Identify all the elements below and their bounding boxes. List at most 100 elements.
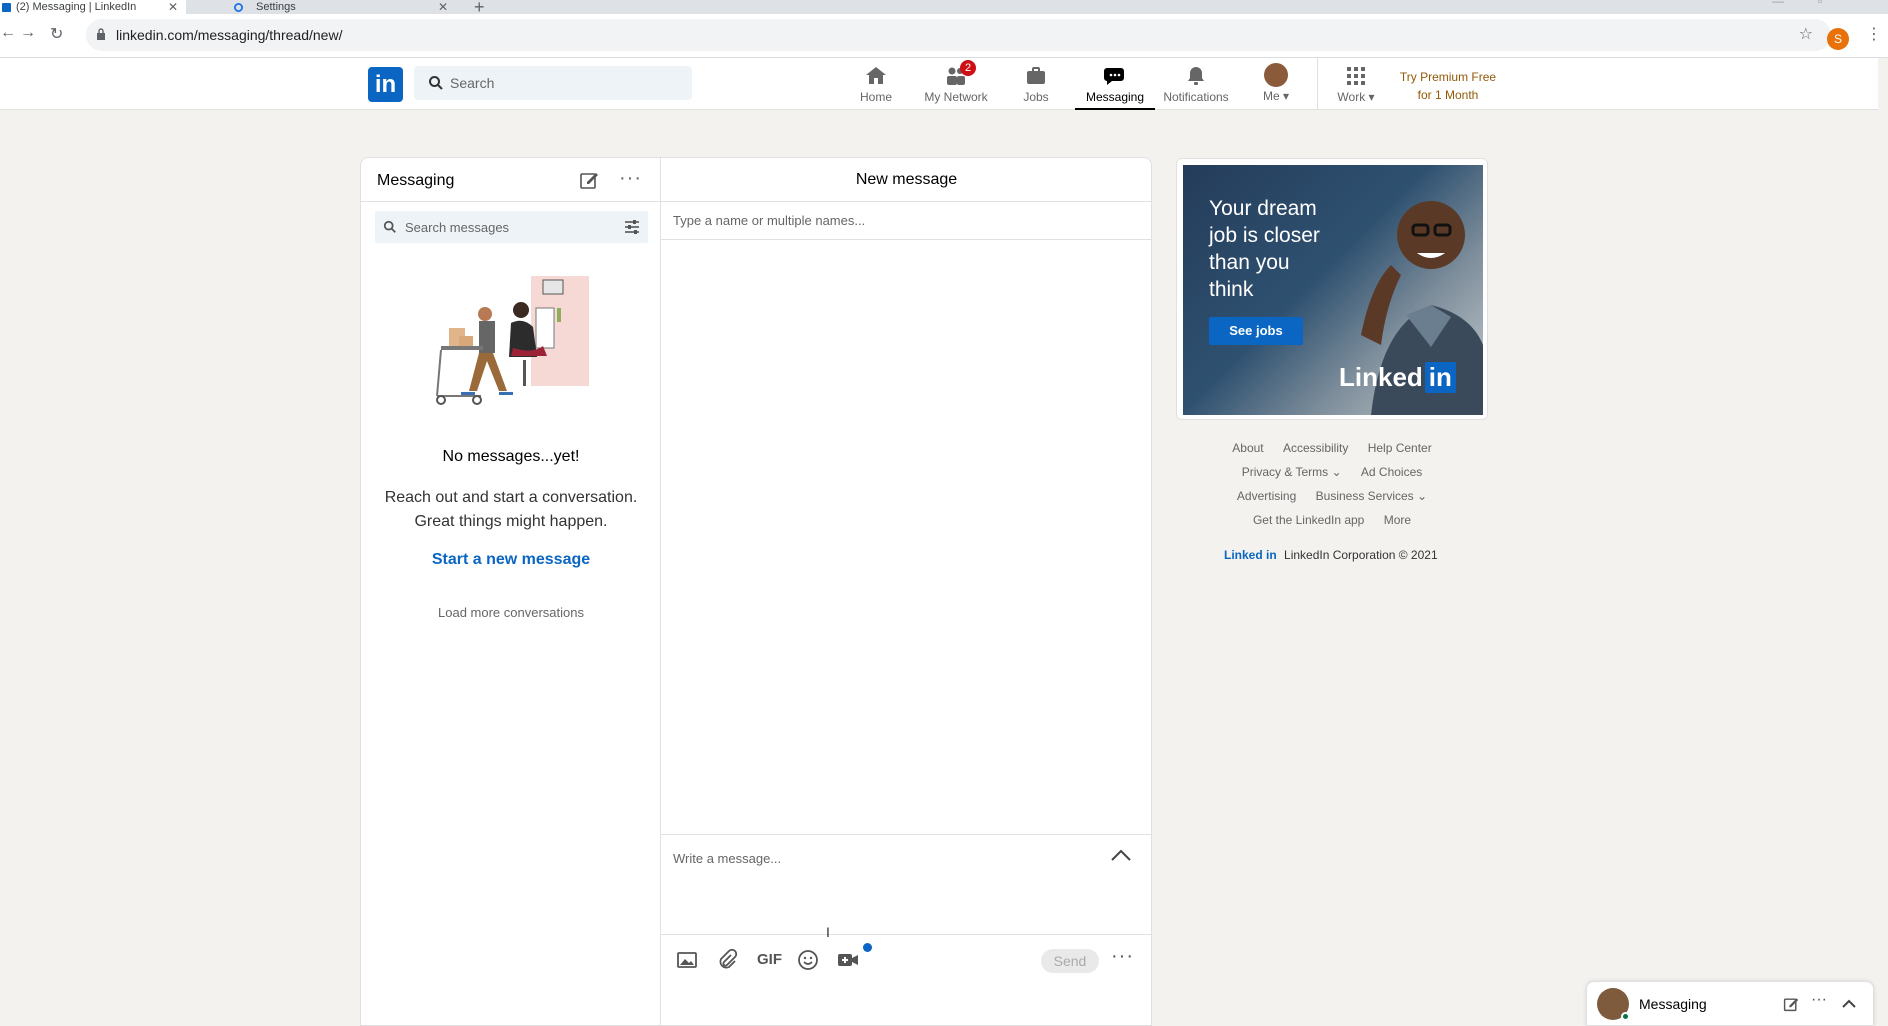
avatar: [1264, 63, 1288, 87]
recipient-input[interactable]: Type a name or multiple names...: [661, 202, 1152, 240]
footer-link-help-center[interactable]: Help Center: [1368, 441, 1432, 455]
url-text: linkedin.com/messaging/thread/new/: [116, 27, 343, 43]
compose-icon[interactable]: [1783, 996, 1799, 1012]
messaging-title: Messaging: [377, 172, 455, 189]
messaging-overlay-bar[interactable]: Messaging ···: [1586, 981, 1874, 1026]
browser-menu-icon[interactable]: ⋮: [1866, 24, 1882, 44]
lock-icon: [97, 28, 105, 40]
see-jobs-button[interactable]: See jobs: [1209, 317, 1303, 345]
empty-desc-line-2: Great things might happen.: [414, 513, 608, 530]
browser-toolbar: ← → ↻ linkedin.com/messaging/thread/new/…: [0, 14, 1888, 58]
empty-state-illustration: [436, 276, 589, 405]
chevron-up-icon[interactable]: [1110, 847, 1132, 863]
footer-row: Privacy & Terms ⌄ Ad Choices: [1176, 464, 1488, 488]
linkedin-favicon-icon: [2, 2, 11, 12]
forward-arrow-icon[interactable]: →: [20, 24, 36, 42]
chevron-down-icon: ▾: [1279, 89, 1290, 103]
chevron-down-icon: ▾: [1365, 90, 1375, 104]
back-arrow-icon[interactable]: ←: [0, 24, 16, 42]
copyright: Linked in LinkedIn Corporation © 2021: [1224, 548, 1438, 562]
messaging-card: Messaging ··· Search messages No message…: [360, 157, 1152, 1026]
nav-jobs-label: Jobs: [1023, 90, 1049, 104]
bookmark-star-icon[interactable]: ☆: [1799, 24, 1813, 44]
emoji-icon[interactable]: [796, 948, 820, 972]
minimize-icon[interactable]: —: [1772, 0, 1784, 8]
footer-row: Get the LinkedIn app More: [1176, 512, 1488, 536]
ad-headline: Your dream job is closer than you think: [1209, 197, 1320, 301]
text-cursor-icon: I: [826, 924, 830, 940]
gif-button[interactable]: GIF: [757, 951, 782, 968]
try-premium-link[interactable]: Try Premium Free for 1 Month: [1390, 68, 1506, 104]
nav-work-label: Work: [1337, 90, 1366, 104]
start-new-message-link[interactable]: Start a new message: [361, 551, 661, 569]
copyright-text: LinkedIn Corporation © 2021: [1284, 548, 1438, 562]
search-messages-input[interactable]: Search messages: [375, 211, 648, 243]
chevron-up-icon[interactable]: [1841, 996, 1857, 1010]
footer-link-ad-choices[interactable]: Ad Choices: [1361, 465, 1422, 479]
nav-notifications[interactable]: Notifications: [1160, 58, 1232, 110]
conversation-list-pane: Messaging ··· Search messages No message…: [361, 158, 661, 1026]
ad-linkedin-logo: Linked in: [1339, 362, 1456, 393]
footer-link-accessibility[interactable]: Accessibility: [1283, 441, 1348, 455]
tab-close-icon[interactable]: ✕: [438, 0, 448, 14]
tab-messaging[interactable]: (2) Messaging | LinkedIn ✕: [0, 0, 186, 14]
send-button[interactable]: Send: [1041, 949, 1099, 973]
new-message-pane: New message Type a name or multiple name…: [661, 158, 1152, 1026]
tab-settings[interactable]: Settings ✕: [232, 0, 456, 14]
nav-home[interactable]: Home: [852, 58, 900, 110]
tab-title: (2) Messaging | LinkedIn: [16, 1, 137, 13]
nav-work[interactable]: Work ▾: [1330, 58, 1382, 110]
nav-messaging-label: Messaging: [1085, 90, 1145, 104]
nav-my-network[interactable]: 2 My Network: [920, 58, 992, 110]
maximize-icon[interactable]: ▫: [1818, 0, 1822, 8]
footer-link-get-app[interactable]: Get the LinkedIn app: [1253, 513, 1364, 527]
ad-logo-text: Linked: [1339, 362, 1423, 392]
filter-icon[interactable]: [624, 220, 640, 234]
search-messages-placeholder: Search messages: [405, 220, 510, 235]
global-search-input[interactable]: Search: [414, 66, 692, 100]
nav-messaging[interactable]: Messaging: [1075, 58, 1155, 110]
message-placeholder: Write a message...: [673, 851, 782, 866]
notification-count-badge: 2: [960, 60, 976, 76]
linkedin-logo[interactable]: in: [368, 67, 403, 102]
bell-icon: [1188, 67, 1204, 85]
new-message-header: New message: [661, 158, 1152, 202]
nav-notifications-label: Notifications: [1163, 90, 1229, 104]
browser-tab-bar: (2) Messaging | LinkedIn ✕ Settings ✕ + …: [0, 0, 1888, 17]
compose-icon[interactable]: [579, 170, 599, 190]
footer-link-about[interactable]: About: [1232, 441, 1263, 455]
address-bar[interactable]: linkedin.com/messaging/thread/new/ ☆: [86, 19, 1831, 51]
home-icon: [866, 67, 886, 84]
more-options-icon[interactable]: ···: [1811, 991, 1827, 1009]
message-textarea[interactable]: Write a message...: [661, 834, 1152, 934]
nav-jobs[interactable]: Jobs: [1016, 58, 1056, 110]
more-options-icon[interactable]: ···: [1111, 945, 1134, 968]
footer-link-advertising[interactable]: Advertising: [1237, 489, 1296, 503]
footer-link-privacy-terms[interactable]: Privacy & Terms ⌄: [1242, 465, 1342, 479]
empty-desc-line-1: Reach out and start a conversation.: [384, 489, 638, 506]
footer-links: About Accessibility Help Center Privacy …: [1176, 440, 1488, 536]
nav-my-network-label: My Network: [924, 90, 988, 104]
footer-link-business-services[interactable]: Business Services ⌄: [1316, 489, 1427, 503]
ad-card[interactable]: Your dream job is closer than you think …: [1176, 158, 1488, 420]
footer-row: Advertising Business Services ⌄: [1176, 488, 1488, 512]
reload-icon[interactable]: ↻: [50, 24, 63, 44]
load-more-conversations-button[interactable]: Load more conversations: [361, 605, 661, 620]
browser-profile-avatar[interactable]: S: [1827, 28, 1849, 50]
image-icon[interactable]: [675, 948, 699, 972]
more-options-icon[interactable]: ···: [619, 167, 642, 190]
search-icon: [429, 76, 443, 90]
video-meeting-icon[interactable]: [836, 948, 860, 972]
premium-line-2: for 1 Month: [1417, 88, 1479, 102]
new-feature-dot: [863, 943, 872, 952]
ad-logo-in: in: [1424, 362, 1456, 393]
briefcase-icon: [1027, 67, 1045, 84]
empty-state-description: Reach out and start a conversation. Grea…: [371, 486, 651, 534]
footer-link-more[interactable]: More: [1384, 513, 1411, 527]
nav-me-label: Me: [1262, 89, 1280, 103]
attachment-icon[interactable]: [715, 948, 739, 972]
nav-me[interactable]: Me ▾: [1254, 58, 1298, 110]
compose-toolbar: GIF Send ···: [661, 934, 1152, 984]
search-icon: [383, 220, 396, 233]
tab-close-icon[interactable]: ✕: [168, 0, 178, 14]
